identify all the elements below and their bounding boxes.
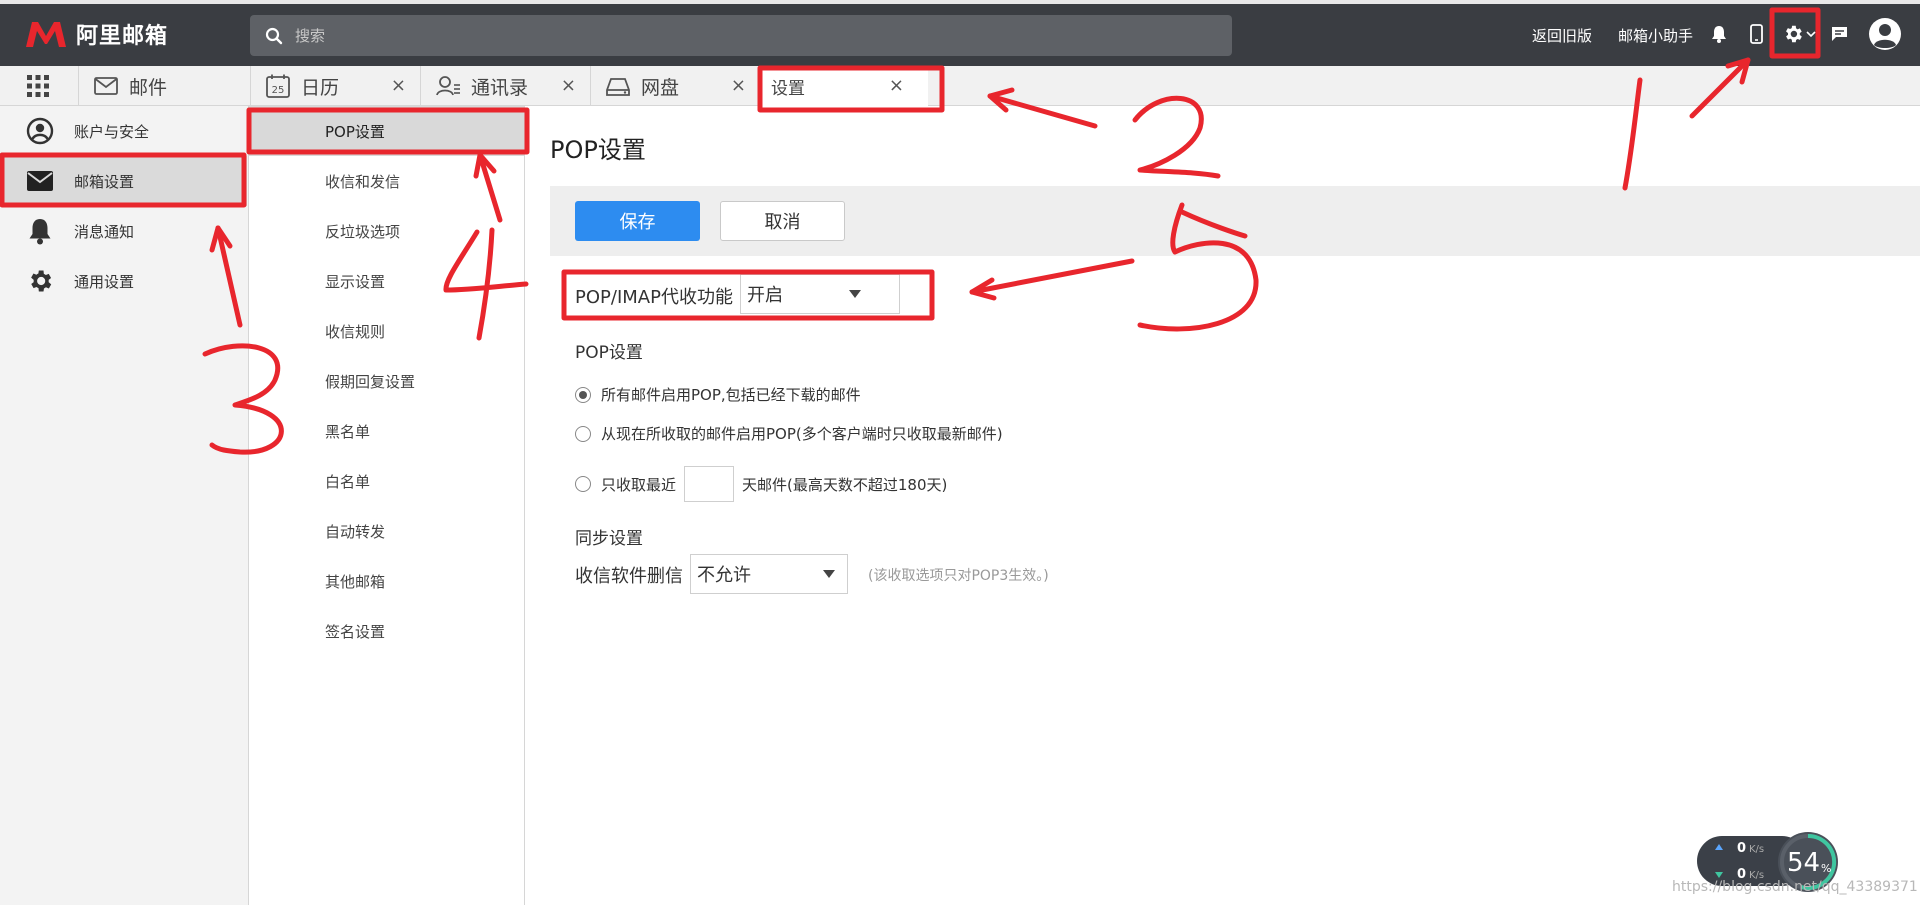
submenu-item-anti-spam[interactable]: 反垃圾选项 <box>249 206 524 256</box>
submenu-item-whitelist[interactable]: 白名单 <box>249 456 524 506</box>
bell-icon <box>25 216 55 246</box>
calendar-icon: 25 <box>266 74 290 98</box>
gear-icon <box>1786 25 1802 43</box>
page-title: POP设置 <box>550 136 646 164</box>
logo-text: 阿里邮箱 <box>76 24 169 49</box>
radio-label-after: 天邮件(最高天数不超过180天) <box>742 475 948 494</box>
tab-label: 通讯录 <box>471 76 529 99</box>
submenu-item-display[interactable]: 显示设置 <box>249 256 524 306</box>
pop-imap-select[interactable]: 开启 <box>740 274 900 314</box>
submenu-item-auto-forward[interactable]: 自动转发 <box>249 506 524 556</box>
sidebar-item-notifications[interactable]: 消息通知 <box>0 206 247 256</box>
radio-label: 从现在所收取的邮件启用POP(多个客户端时只收取最新邮件) <box>601 425 1003 443</box>
sidebar-item-general-settings[interactable]: 通用设置 <box>0 256 247 306</box>
sidebar-item-label: 账户与安全 <box>74 122 150 141</box>
tab-drive[interactable]: 网盘 × <box>590 66 760 106</box>
usage-percent: 54 <box>1787 848 1821 878</box>
pop-section-title: POP设置 <box>575 343 643 363</box>
action-toolbar: 保存 取消 <box>550 186 1920 256</box>
submenu-item-blacklist[interactable]: 黑名单 <box>249 406 524 456</box>
submenu-item-vacation-reply[interactable]: 假期回复设置 <box>249 356 524 406</box>
tab-label: 网盘 <box>641 76 680 99</box>
sidebar-item-mailbox-settings[interactable]: 邮箱设置 <box>0 156 247 206</box>
sidebar-item-label: 通用设置 <box>74 272 135 291</box>
envelope-icon <box>25 166 55 196</box>
apps-grid-icon[interactable] <box>27 75 49 97</box>
top-header: 阿里邮箱 返回旧版 邮箱小助手 <box>0 0 1920 66</box>
close-icon[interactable]: × <box>731 75 746 96</box>
delete-mail-label: 收信软件删信 <box>575 566 683 587</box>
back-old-version-link[interactable]: 返回旧版 <box>1532 25 1592 46</box>
user-circle-icon <box>25 116 55 146</box>
tab-label: 日历 <box>301 76 340 99</box>
tab-contacts[interactable]: 通讯录 × <box>420 66 590 106</box>
radio-button[interactable] <box>575 476 591 492</box>
bell-icon[interactable] <box>1710 24 1728 44</box>
settings-sidebar: 账户与安全 邮箱设置 消息通知 通用设置 <box>0 106 249 905</box>
mail-assistant-link[interactable]: 邮箱小助手 <box>1618 25 1693 46</box>
radio-option-recent-days[interactable]: 只收取最近 天邮件(最高天数不超过180天) <box>575 466 947 502</box>
submenu-item-pop-settings[interactable]: POP设置 <box>249 106 524 156</box>
pop-imap-value: 开启 <box>747 285 783 306</box>
cancel-button[interactable]: 取消 <box>720 201 845 241</box>
caret-down-icon <box>823 570 835 578</box>
logo[interactable]: 阿里邮箱 <box>24 17 168 51</box>
radio-option-from-now[interactable]: 从现在所收取的邮件启用POP(多个客户端时只收取最新邮件) <box>575 423 1003 444</box>
app-root: { "header": { "logo_text": "阿里邮箱", "sear… <box>0 0 1920 905</box>
search-icon <box>265 27 283 44</box>
close-icon[interactable]: × <box>561 75 576 96</box>
gear-icon <box>25 266 55 296</box>
radio-label: 所有邮件启用POP,包括已经下载的邮件 <box>601 386 861 404</box>
tab-label: 邮件 <box>129 76 168 99</box>
radio-button[interactable] <box>575 386 591 403</box>
days-input[interactable] <box>684 466 735 502</box>
drive-icon <box>606 78 630 96</box>
main-content: POP设置 保存 取消 POP/IMAP代收功能 开启 POP设置 所有邮件启用… <box>526 106 1920 905</box>
tab-bar: 邮件 25 日历 × 通讯录 × 网盘 × 设置 × <box>0 66 1920 106</box>
submenu-item-send-receive[interactable]: 收信和发信 <box>249 156 524 206</box>
search-input[interactable] <box>295 26 1195 45</box>
delete-mail-hint: (该收取选项只对POP3生效。) <box>868 568 1049 584</box>
pop-imap-label: POP/IMAP代收功能 <box>575 287 733 308</box>
close-icon[interactable]: × <box>391 75 406 96</box>
user-avatar-icon <box>1869 18 1901 50</box>
logo-mark-icon <box>26 22 66 47</box>
radio-button[interactable] <box>575 425 591 442</box>
avatar[interactable] <box>1867 16 1903 52</box>
contacts-icon <box>436 76 460 96</box>
submenu-item-signature[interactable]: 签名设置 <box>249 606 524 656</box>
mobile-icon[interactable] <box>1748 23 1764 45</box>
caret-down-icon <box>849 290 861 298</box>
svg-text:25: 25 <box>272 85 285 96</box>
tab-settings[interactable]: 设置 × <box>760 66 928 106</box>
delete-mail-value: 不允许 <box>697 565 751 586</box>
sidebar-item-label: 邮箱设置 <box>74 172 135 191</box>
close-icon[interactable]: × <box>889 75 904 96</box>
radio-label-before: 只收取最近 <box>601 475 677 494</box>
chevron-down-icon <box>1806 31 1816 38</box>
chat-icon[interactable] <box>1830 25 1848 43</box>
sidebar-item-account-security[interactable]: 账户与安全 <box>0 106 247 156</box>
submenu-item-other-mailbox[interactable]: 其他邮箱 <box>249 556 524 606</box>
watermark-text: https://blog.csdn.net/qq_43389371 <box>1672 879 1918 895</box>
tab-label: 设置 <box>771 78 805 99</box>
settings-dropdown[interactable] <box>1780 22 1818 46</box>
settings-submenu: POP设置 收信和发信 反垃圾选项 显示设置 收信规则 假期回复设置 黑名单 白… <box>249 106 525 905</box>
radio-option-all-mail[interactable]: 所有邮件启用POP,包括已经下载的邮件 <box>575 384 861 405</box>
upload-speed: 0 <box>1737 841 1747 856</box>
upload-speed-unit: K/s <box>1749 844 1765 855</box>
sidebar-item-label: 消息通知 <box>74 222 135 241</box>
tab-calendar[interactable]: 25 日历 × <box>250 66 420 106</box>
search-bar[interactable] <box>250 15 1232 56</box>
save-button[interactable]: 保存 <box>575 201 700 241</box>
usage-percent-unit: % <box>1821 862 1832 875</box>
delete-mail-select[interactable]: 不允许 <box>690 554 848 594</box>
tab-mail[interactable]: 邮件 <box>78 66 250 106</box>
sync-section-title: 同步设置 <box>575 529 643 549</box>
submenu-item-receive-rules[interactable]: 收信规则 <box>249 306 524 356</box>
envelope-icon <box>94 77 118 95</box>
